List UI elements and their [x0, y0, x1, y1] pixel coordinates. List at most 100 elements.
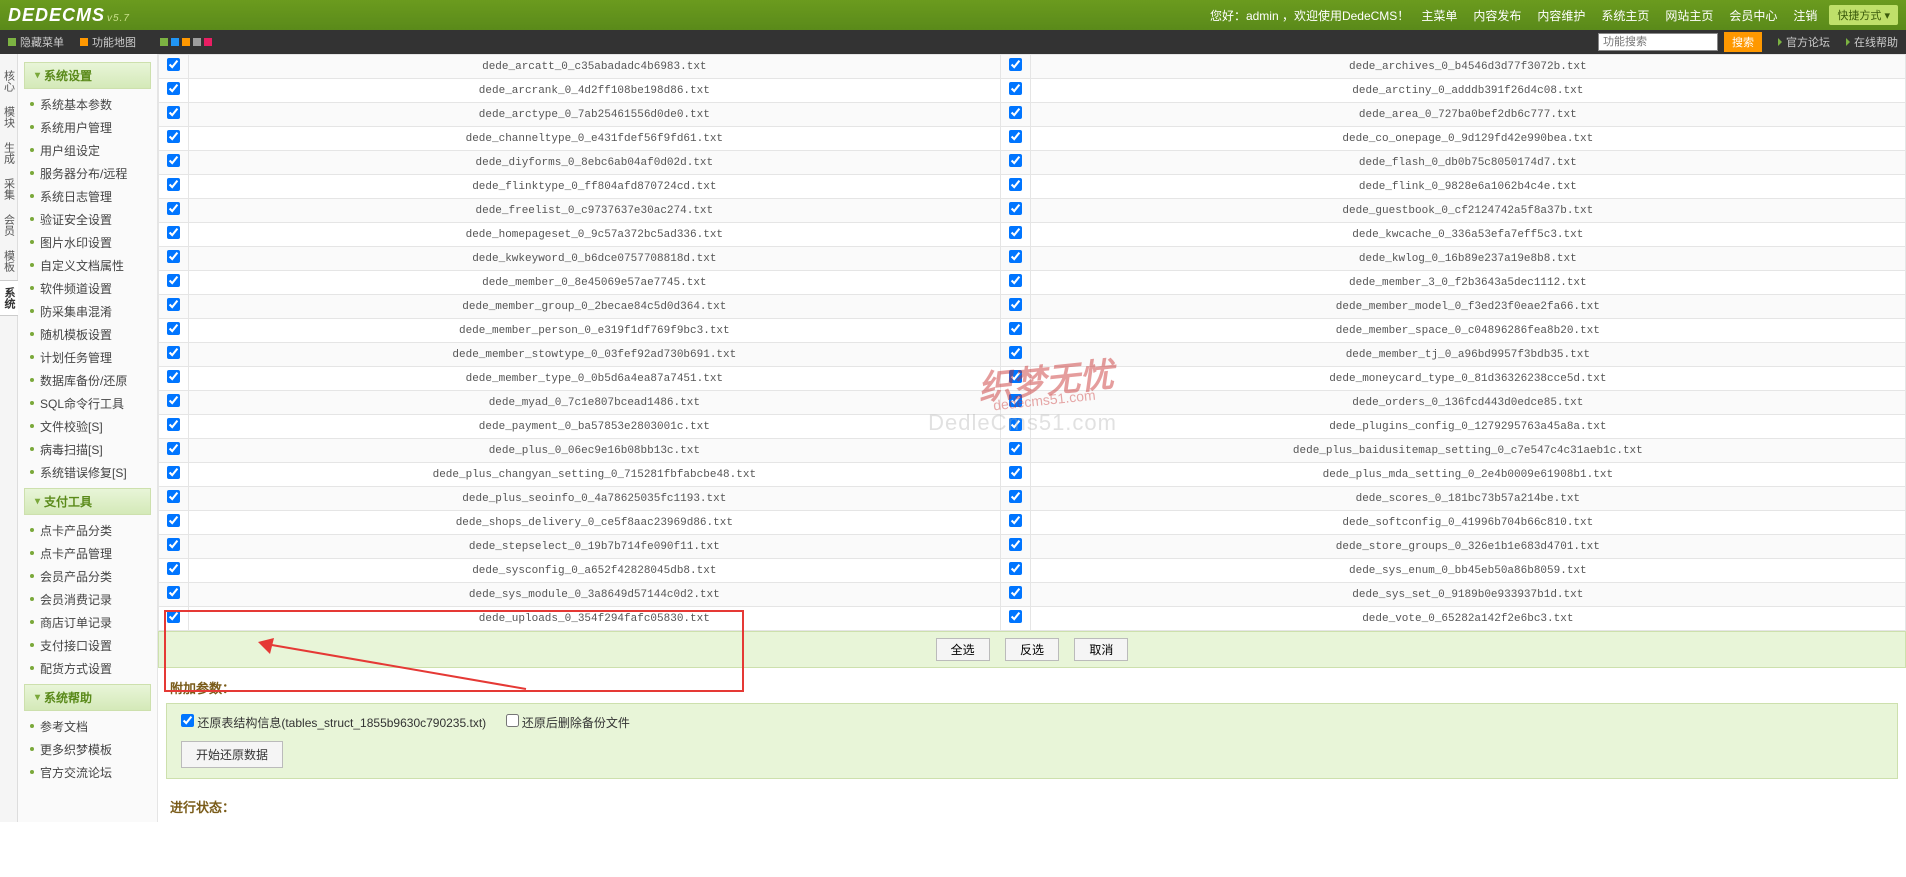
file-checkbox[interactable] [1009, 322, 1022, 335]
sidebar-item[interactable]: 系统用户管理 [18, 116, 157, 139]
file-checkbox[interactable] [1009, 562, 1022, 575]
file-checkbox[interactable] [1009, 58, 1022, 71]
header-nav-link[interactable]: 注销 [1785, 9, 1825, 23]
file-checkbox[interactable] [167, 226, 180, 239]
vtab-模板[interactable]: 模板 [0, 244, 19, 278]
sidebar-item[interactable]: 图片水印设置 [18, 231, 157, 254]
file-checkbox[interactable] [1009, 298, 1022, 311]
sitemap-button[interactable]: 功能地图 [80, 34, 136, 50]
sidebar-group-header[interactable]: 系统设置 [24, 62, 151, 89]
file-checkbox[interactable] [1009, 82, 1022, 95]
file-checkbox[interactable] [167, 82, 180, 95]
file-checkbox[interactable] [1009, 130, 1022, 143]
search-input[interactable] [1598, 33, 1718, 51]
forum-link[interactable]: 官方论坛 [1778, 34, 1830, 50]
sidebar-item[interactable]: 防采集串混淆 [18, 300, 157, 323]
start-restore-button[interactable]: 开始还原数据 [181, 741, 283, 768]
file-checkbox[interactable] [1009, 106, 1022, 119]
sidebar-item[interactable]: 验证安全设置 [18, 208, 157, 231]
file-checkbox[interactable] [167, 274, 180, 287]
delete-after-checkbox[interactable] [506, 714, 519, 727]
sidebar-item[interactable]: 软件频道设置 [18, 277, 157, 300]
sidebar-item[interactable]: 更多织梦模板 [18, 738, 157, 761]
file-checkbox[interactable] [1009, 514, 1022, 527]
cancel-button[interactable]: 取消 [1074, 638, 1128, 661]
file-checkbox[interactable] [1009, 178, 1022, 191]
file-checkbox[interactable] [167, 298, 180, 311]
restore-struct-checkbox[interactable] [181, 714, 194, 727]
file-checkbox[interactable] [1009, 586, 1022, 599]
vtab-模块[interactable]: 模块 [0, 100, 19, 134]
file-checkbox[interactable] [167, 418, 180, 431]
file-checkbox[interactable] [1009, 274, 1022, 287]
header-nav-link[interactable]: 主菜单 [1413, 9, 1465, 23]
file-checkbox[interactable] [1009, 490, 1022, 503]
file-checkbox[interactable] [167, 202, 180, 215]
sidebar-item[interactable]: 官方交流论坛 [18, 761, 157, 784]
file-checkbox[interactable] [1009, 202, 1022, 215]
file-checkbox[interactable] [167, 394, 180, 407]
sidebar-item[interactable]: 系统日志管理 [18, 185, 157, 208]
delete-after-option[interactable]: 还原后删除备份文件 [506, 716, 630, 730]
file-checkbox[interactable] [1009, 154, 1022, 167]
file-checkbox[interactable] [1009, 226, 1022, 239]
file-checkbox[interactable] [1009, 610, 1022, 623]
sidebar-item[interactable]: SQL命令行工具 [18, 392, 157, 415]
file-checkbox[interactable] [167, 538, 180, 551]
sidebar-item[interactable]: 系统基本参数 [18, 93, 157, 116]
file-checkbox[interactable] [1009, 394, 1022, 407]
file-checkbox[interactable] [1009, 538, 1022, 551]
sidebar-item[interactable]: 病毒扫描[S] [18, 438, 157, 461]
file-checkbox[interactable] [167, 106, 180, 119]
file-checkbox[interactable] [167, 562, 180, 575]
quick-menu-button[interactable]: 快捷方式 ▾ [1829, 5, 1898, 25]
file-checkbox[interactable] [1009, 370, 1022, 383]
file-checkbox[interactable] [1009, 418, 1022, 431]
file-checkbox[interactable] [167, 370, 180, 383]
file-checkbox[interactable] [1009, 250, 1022, 263]
header-nav-link[interactable]: 系统主页 [1593, 9, 1657, 23]
header-nav-link[interactable]: 内容发布 [1465, 9, 1529, 23]
file-checkbox[interactable] [1009, 466, 1022, 479]
sidebar-item[interactable]: 配货方式设置 [18, 657, 157, 680]
file-checkbox[interactable] [167, 250, 180, 263]
file-checkbox[interactable] [1009, 346, 1022, 359]
header-nav-link[interactable]: 网站主页 [1657, 9, 1721, 23]
sidebar-item[interactable]: 计划任务管理 [18, 346, 157, 369]
sidebar-item[interactable]: 自定义文档属性 [18, 254, 157, 277]
header-nav-link[interactable]: 会员中心 [1721, 9, 1785, 23]
file-checkbox[interactable] [167, 466, 180, 479]
sidebar-item[interactable]: 会员消费记录 [18, 588, 157, 611]
restore-struct-option[interactable]: 还原表结构信息(tables_struct_1855b9630c790235.t… [181, 716, 486, 730]
file-checkbox[interactable] [167, 586, 180, 599]
search-button[interactable]: 搜索 [1724, 32, 1762, 52]
file-checkbox[interactable] [167, 514, 180, 527]
vtab-核心[interactable]: 核心 [0, 64, 19, 98]
vtab-系统[interactable]: 系统 [0, 280, 19, 316]
sidebar-item[interactable]: 商店订单记录 [18, 611, 157, 634]
sidebar-group-header[interactable]: 支付工具 [24, 488, 151, 515]
sidebar-item[interactable]: 系统错误修复[S] [18, 461, 157, 484]
file-checkbox[interactable] [167, 178, 180, 191]
sidebar-item[interactable]: 支付接口设置 [18, 634, 157, 657]
file-checkbox[interactable] [167, 490, 180, 503]
sidebar-item[interactable]: 会员产品分类 [18, 565, 157, 588]
sidebar-item[interactable]: 参考文档 [18, 715, 157, 738]
sidebar-item[interactable]: 数据库备份/还原 [18, 369, 157, 392]
file-checkbox[interactable] [167, 610, 180, 623]
sidebar-group-header[interactable]: 系统帮助 [24, 684, 151, 711]
file-checkbox[interactable] [167, 442, 180, 455]
vtab-生成[interactable]: 生成 [0, 136, 19, 170]
file-checkbox[interactable] [167, 322, 180, 335]
help-link[interactable]: 在线帮助 [1846, 34, 1898, 50]
inverse-button[interactable]: 反选 [1005, 638, 1059, 661]
header-nav-link[interactable]: 内容维护 [1529, 9, 1593, 23]
file-checkbox[interactable] [167, 58, 180, 71]
vtab-会员[interactable]: 会员 [0, 208, 19, 242]
sidebar-item[interactable]: 点卡产品分类 [18, 519, 157, 542]
file-checkbox[interactable] [167, 346, 180, 359]
sidebar-item[interactable]: 服务器分布/远程 [18, 162, 157, 185]
sidebar-item[interactable]: 用户组设定 [18, 139, 157, 162]
file-checkbox[interactable] [1009, 442, 1022, 455]
file-checkbox[interactable] [167, 154, 180, 167]
